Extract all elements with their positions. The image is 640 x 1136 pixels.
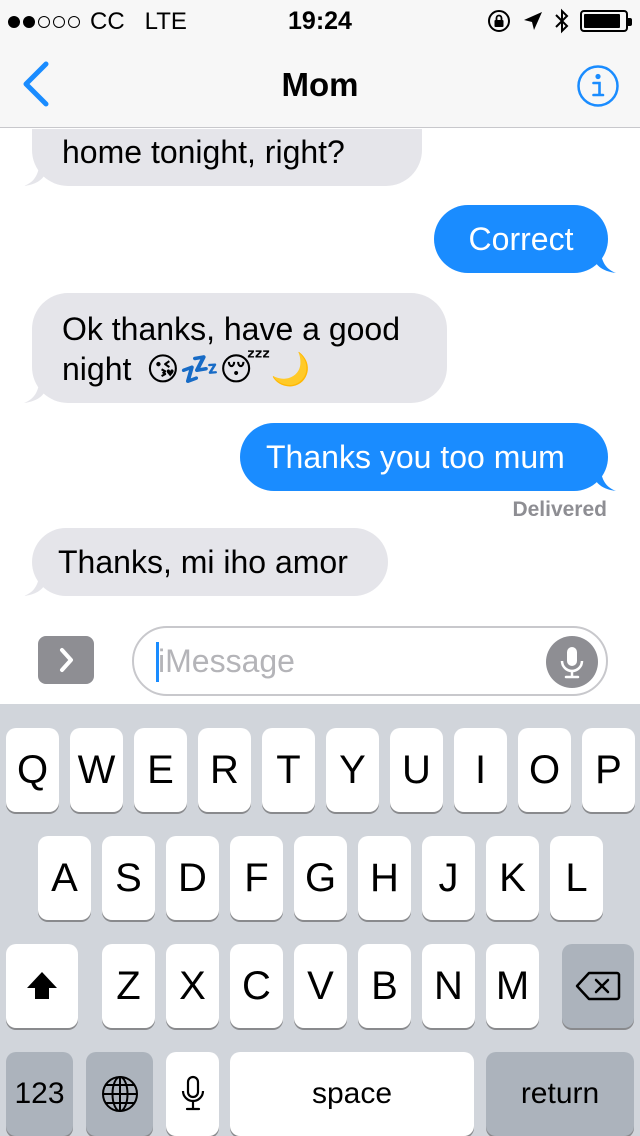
key-g[interactable]: G bbox=[294, 836, 347, 920]
message-text: Ok thanks, have a good bbox=[62, 311, 400, 347]
message-text: Thanks you too mum bbox=[266, 439, 565, 475]
dictation-button[interactable] bbox=[546, 636, 598, 688]
incoming-message-bubble[interactable]: home tonight, right? bbox=[24, 129, 422, 186]
status-bar: CC LTE 19:24 bbox=[0, 0, 640, 40]
delivery-status: Delivered bbox=[512, 498, 607, 521]
location-icon bbox=[524, 12, 542, 30]
battery-tip bbox=[628, 18, 632, 26]
key-j[interactable]: J bbox=[422, 836, 475, 920]
key-k[interactable]: K bbox=[486, 836, 539, 920]
numbers-key[interactable]: 123 bbox=[6, 1052, 73, 1136]
key-a[interactable]: A bbox=[38, 836, 91, 920]
message-field[interactable] bbox=[132, 626, 608, 696]
message-text: Thanks, mi iho amor bbox=[58, 544, 348, 580]
message-text: home tonight, right? bbox=[62, 134, 345, 170]
key-u[interactable]: U bbox=[390, 728, 443, 812]
space-key[interactable]: space bbox=[230, 1052, 474, 1136]
key-m[interactable]: M bbox=[486, 944, 539, 1028]
key-e[interactable]: E bbox=[134, 728, 187, 812]
navigation-bar: Mom bbox=[0, 40, 640, 128]
bluetooth-icon bbox=[555, 8, 569, 34]
key-f[interactable]: F bbox=[230, 836, 283, 920]
microphone-icon bbox=[560, 647, 584, 679]
message-input[interactable] bbox=[158, 628, 538, 694]
details-button[interactable] bbox=[576, 64, 620, 108]
battery-icon bbox=[580, 10, 632, 32]
key-w[interactable]: W bbox=[70, 728, 123, 812]
key-p[interactable]: P bbox=[582, 728, 635, 812]
bubble-tail bbox=[24, 162, 48, 186]
key-o[interactable]: O bbox=[518, 728, 571, 812]
shift-key[interactable] bbox=[6, 944, 78, 1028]
key-q[interactable]: Q bbox=[6, 728, 59, 812]
key-h[interactable]: H bbox=[358, 836, 411, 920]
outgoing-message-bubble[interactable]: Thanks you too mum bbox=[240, 423, 616, 491]
battery-level bbox=[584, 14, 620, 28]
key-c[interactable]: C bbox=[230, 944, 283, 1028]
message-text: night bbox=[62, 351, 132, 387]
rotation-lock-icon bbox=[488, 10, 510, 32]
key-y[interactable]: Y bbox=[326, 728, 379, 812]
microphone-icon bbox=[181, 1075, 204, 1111]
key-b[interactable]: B bbox=[358, 944, 411, 1028]
incoming-message-bubble[interactable]: Thanks, mi iho amor bbox=[24, 528, 388, 596]
key-i[interactable]: I bbox=[454, 728, 507, 812]
bubble-tail bbox=[592, 467, 616, 491]
delete-key[interactable] bbox=[562, 944, 634, 1028]
outgoing-message-bubble[interactable]: Correct bbox=[434, 205, 616, 273]
message-composer bbox=[0, 610, 640, 704]
status-right bbox=[486, 8, 632, 34]
bubble-tail bbox=[592, 249, 616, 273]
bubble-tail bbox=[24, 572, 48, 596]
keyboard: Q W E R T Y U I O P A S D F G H J K L Z … bbox=[0, 704, 640, 1136]
dictation-key[interactable] bbox=[166, 1052, 219, 1136]
key-t[interactable]: T bbox=[262, 728, 315, 812]
globe-key[interactable] bbox=[86, 1052, 153, 1136]
message-text: Correct bbox=[468, 221, 574, 257]
globe-icon bbox=[101, 1076, 138, 1112]
return-key[interactable]: return bbox=[486, 1052, 634, 1136]
key-l[interactable]: L bbox=[550, 836, 603, 920]
key-x[interactable]: X bbox=[166, 944, 219, 1028]
key-s[interactable]: S bbox=[102, 836, 155, 920]
key-r[interactable]: R bbox=[198, 728, 251, 812]
key-v[interactable]: V bbox=[294, 944, 347, 1028]
key-n[interactable]: N bbox=[422, 944, 475, 1028]
shift-icon bbox=[27, 972, 57, 999]
key-d[interactable]: D bbox=[166, 836, 219, 920]
key-z[interactable]: Z bbox=[102, 944, 155, 1028]
app-drawer-button[interactable] bbox=[38, 636, 94, 684]
info-icon bbox=[577, 65, 619, 107]
bubble-tail bbox=[24, 379, 48, 403]
conversation-view[interactable]: home tonight, right? Correct Ok thanks, … bbox=[0, 129, 640, 610]
message-text-line: night 😘💤😴🌙 bbox=[62, 349, 417, 389]
delete-icon bbox=[575, 971, 621, 1001]
conversation-title: Mom bbox=[281, 66, 359, 103]
incoming-message-bubble[interactable]: Ok thanks, have a good night 😘💤😴🌙 bbox=[24, 293, 447, 403]
chevron-right-icon bbox=[60, 648, 73, 672]
emoji-sequence: 😘💤😴🌙 bbox=[146, 351, 311, 387]
